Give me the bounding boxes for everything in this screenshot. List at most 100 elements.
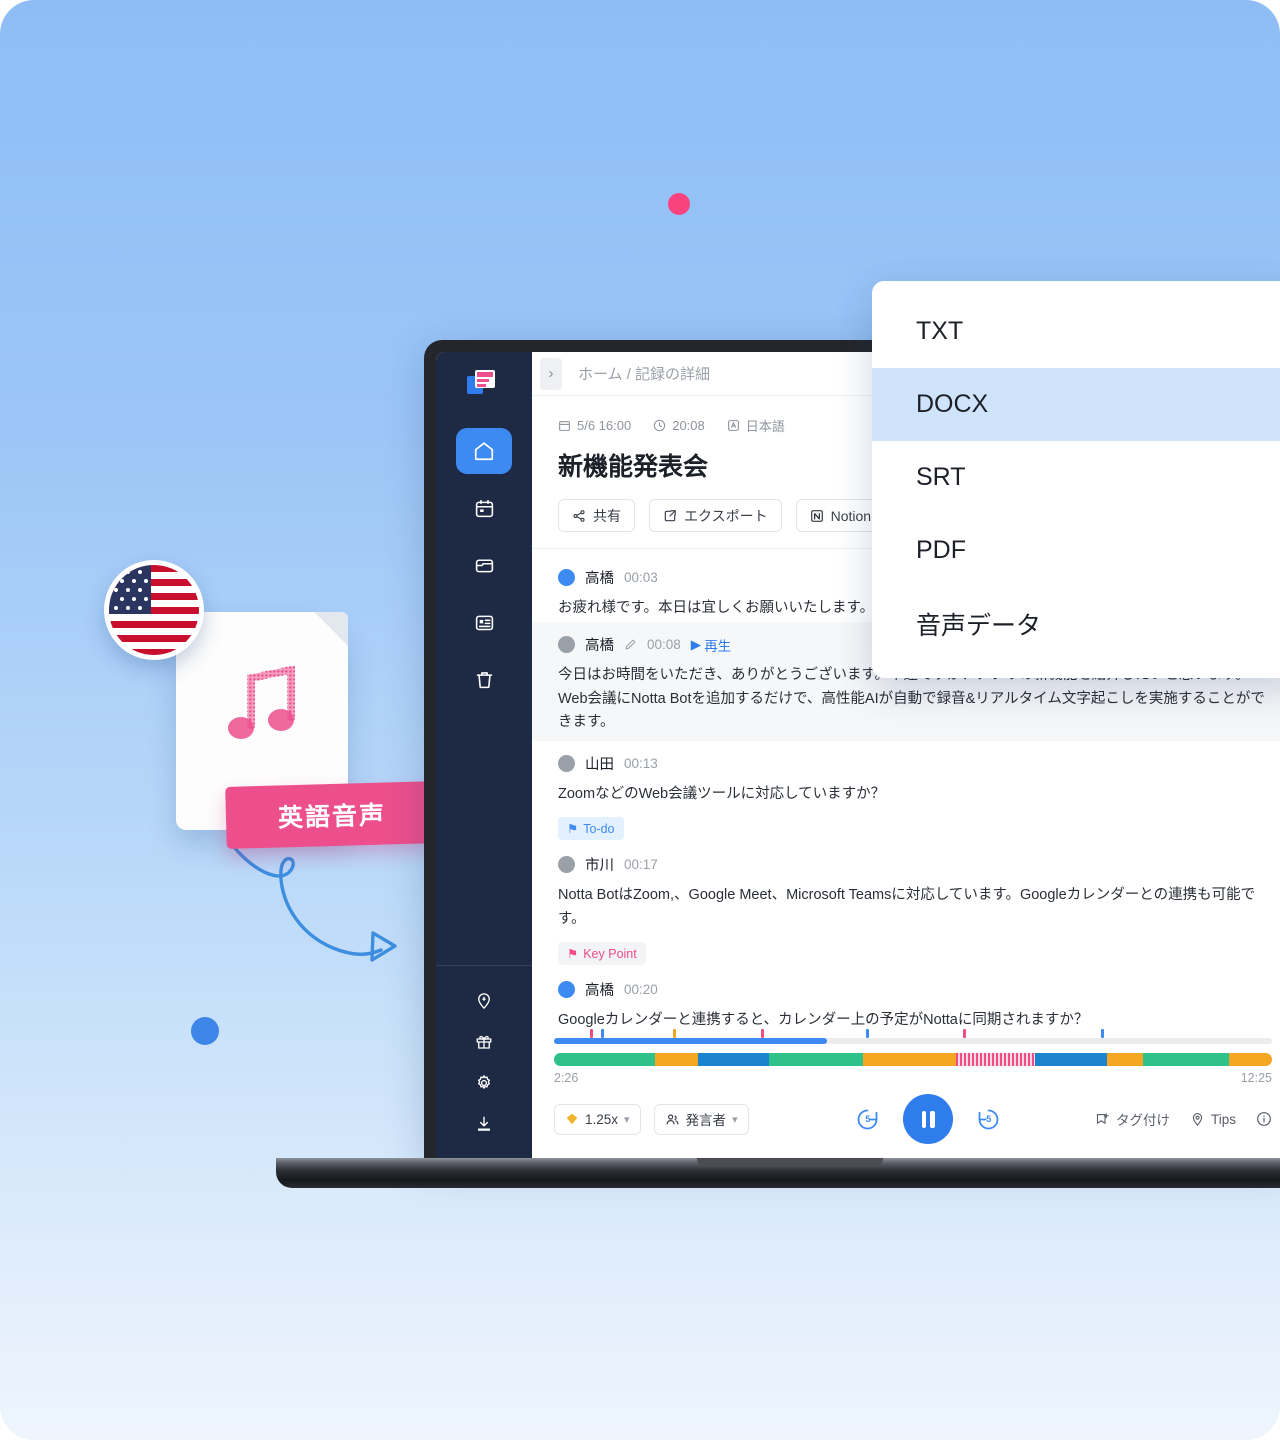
export-icon [664,509,676,521]
forward-5-button[interactable]: 5 [975,1106,1002,1133]
avatar [558,569,575,586]
transcript-text[interactable]: Notta BotはZoom,、Google Meet、Microsoft Te… [558,884,1268,931]
total-time: 12:25 [1240,1071,1272,1085]
timeline-marker[interactable] [761,1029,765,1038]
export-format-option[interactable]: TXT [872,295,1280,368]
speaker-filter-button[interactable]: 発言者 ▾ [653,1103,749,1135]
sidebar-item-download[interactable] [461,1105,507,1143]
chevron-down-icon: ▾ [624,1113,630,1126]
sidebar-bottom-group [436,965,532,1158]
progress-fill [554,1038,827,1044]
sidebar-item-trash[interactable] [456,656,512,702]
add-tag-button[interactable]: タグ付け [1095,1109,1170,1129]
speaker-name: 高橋 [585,571,614,587]
transcript-tag[interactable]: ⚑ To-do [558,817,624,841]
play-segment-link[interactable]: ▶ 再生 [691,635,731,655]
timeline-marker[interactable] [672,1029,676,1038]
entry-timestamp[interactable]: 00:03 [624,570,658,585]
avatar [558,856,575,874]
diamond-icon [566,1113,578,1125]
speaker-segment[interactable] [956,1053,1036,1066]
sidebar-item-document[interactable] [456,599,512,645]
share-button[interactable]: 共有 [558,499,635,532]
export-format-option[interactable]: PDF [872,514,1280,587]
audio-file-illustration: 英語音声 [104,560,439,850]
transcript-text[interactable]: Googleカレンダーと連携すると、カレンダー上の予定がNottaに同期されます… [558,1009,1268,1028]
right-controls: タグ付け Tips [1095,1109,1272,1129]
timeline-marker[interactable] [962,1029,966,1038]
transcript-text[interactable]: ZoomなどのWeb会議ツールに対応していますか？ [558,783,1268,806]
play-pause-button[interactable] [903,1094,954,1144]
edit-pencil-icon[interactable] [624,638,637,651]
speaker-segment[interactable] [1106,1053,1143,1066]
playback-speed-button[interactable]: 1.25x ▾ [554,1103,641,1135]
info-button[interactable] [1256,1111,1272,1127]
sidebar-item-folder[interactable] [456,542,512,588]
timeline-marker[interactable] [589,1029,593,1038]
notion-icon [810,509,823,522]
export-button-label: エクスポート [684,507,768,524]
share-button-label: 共有 [593,507,621,524]
export-button[interactable]: エクスポート [649,499,782,532]
download-icon [478,1116,490,1131]
speaker-segment[interactable] [769,1053,799,1066]
breadcrumb[interactable]: ホーム / 記録の詳細 [578,363,710,384]
center-controls: 5 5 [762,1094,1095,1144]
calendar-icon [559,421,570,431]
transcript-tag-label: Key Point [583,946,637,961]
us-flag-icon [104,560,204,660]
export-format-option[interactable]: DOCX [872,368,1280,441]
people-icon [666,1113,679,1124]
speaker-segment[interactable] [1035,1053,1107,1066]
share-icon [573,509,585,522]
entry-timestamp[interactable]: 00:08 [647,637,681,652]
transcript-entry-head: 高橋 00:20 [558,979,1268,1000]
progress-track[interactable] [554,1029,1272,1044]
timeline-marker[interactable] [600,1029,604,1038]
timeline-marker[interactable] [866,1029,870,1038]
speaker-segment[interactable] [862,1053,957,1066]
export-format-dropdown[interactable]: TXT DOCX SRT PDF 音声データ [872,281,1280,678]
export-format-option[interactable]: SRT [872,441,1280,514]
entry-timestamp[interactable]: 00:20 [624,982,658,997]
bookmark-icon: ⚑ [567,947,579,962]
transcript-tag-label: To-do [583,821,615,836]
transcript-entry[interactable]: 高橋 00:20 Googleカレンダーと連携すると、カレンダー上の予定がNotta… [558,967,1268,1028]
rewind-5-button[interactable]: 5 [854,1106,881,1133]
sidebar-item-settings[interactable] [461,1064,507,1102]
speaker-segment[interactable] [1142,1053,1229,1066]
calendar-icon [475,499,493,517]
speaker-segment[interactable] [654,1053,698,1066]
sidebar-item-calendar[interactable] [456,485,512,531]
entry-timestamp[interactable]: 00:13 [624,756,658,771]
speaker-segment[interactable] [554,1053,655,1066]
meta-date-label: 5/6 16:00 [577,418,632,433]
meta-language-label: 日本語 [745,419,785,434]
chevron-right-icon: › [548,365,554,382]
sidebar-item-home[interactable] [456,428,512,474]
speaker-segment-bar[interactable] [554,1053,1272,1066]
tips-button[interactable]: Tips [1190,1112,1236,1127]
rewind-5-label: 5 [865,1114,871,1124]
speaker-segment[interactable] [1228,1053,1272,1066]
export-format-option[interactable]: 音声データ [872,587,1280,660]
avatar [558,981,575,999]
bookmark-icon: ⚑ [567,822,579,837]
speaker-segment[interactable] [798,1053,863,1066]
entry-timestamp[interactable]: 00:17 [624,857,658,872]
sidebar-toggle-button[interactable]: › [540,357,562,390]
speaker-name: 山田 [585,756,614,773]
speaker-name: 市川 [585,858,614,875]
transcript-entry[interactable]: 市川 00:17 Notta BotはZoom,、Google Meet、Micro… [558,842,1268,967]
speaker-name: 高橋 [585,638,614,655]
transcript-tag[interactable]: ⚑ Key Point [558,942,646,966]
speaker-name: 高橋 [585,983,614,1000]
sidebar-item-pin[interactable] [461,982,507,1020]
notta-logo-icon [467,370,495,394]
timeline-marker[interactable] [1100,1029,1104,1038]
music-note-icon [228,666,295,739]
pause-icon [930,1110,935,1128]
transcript-entry[interactable]: 山田 00:13 ZoomなどのWeb会議ツールに対応していますか？ ⚑ To-do [558,741,1268,842]
sidebar-item-gift[interactable] [461,1023,507,1061]
speaker-segment[interactable] [697,1053,770,1066]
